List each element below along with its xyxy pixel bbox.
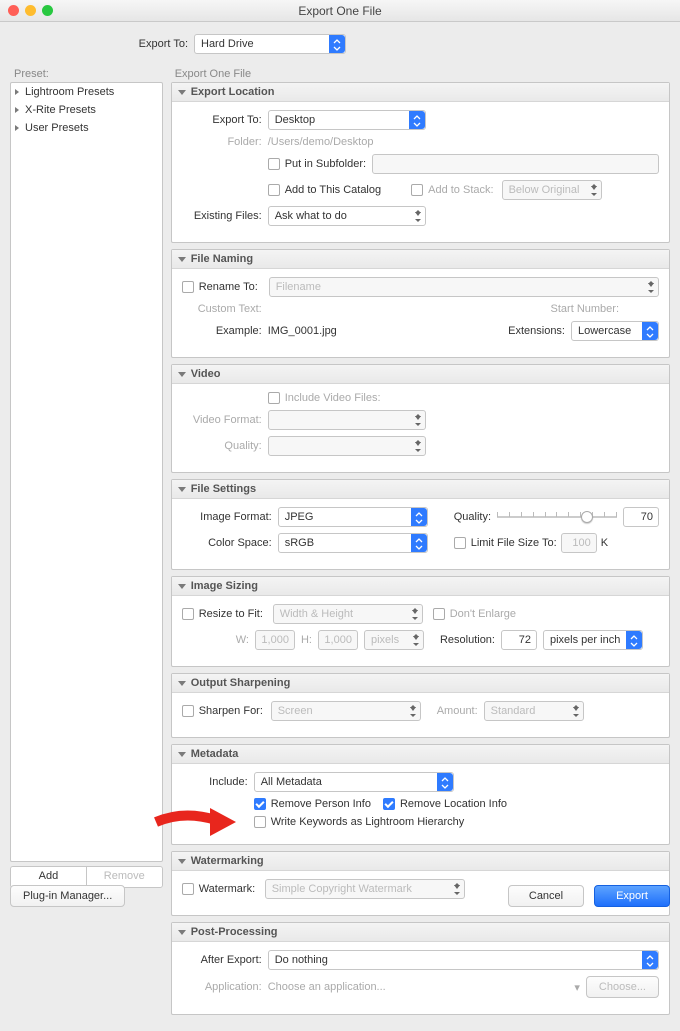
chevron-down-icon (178, 90, 186, 95)
sharpen-amount-select: Standard (484, 701, 584, 721)
section-file-naming: File Naming Rename To: Filename Custom T… (171, 249, 670, 358)
existing-files-select[interactable]: Ask what to do (268, 206, 426, 226)
sharpen-for-select: Screen (271, 701, 421, 721)
video-format-select (268, 410, 426, 430)
section-video: Video Include Video Files: Video Format:… (171, 364, 670, 473)
export-to-label: Export To: (10, 38, 188, 50)
export-location-select[interactable]: Desktop (268, 110, 426, 130)
resize-to-fit-checkbox[interactable] (182, 608, 194, 620)
section-export-location: Export Location Export To: Desktop Folde… (171, 82, 670, 243)
section-post-processing: Post-Processing After Export: Do nothing… (171, 922, 670, 1015)
minimize-icon[interactable] (25, 5, 36, 16)
export-button[interactable]: Export (594, 885, 670, 907)
section-file-settings: File Settings Image Format: JPEG Quality… (171, 479, 670, 570)
section-output-sharpening: Output Sharpening Sharpen For: Screen Am… (171, 673, 670, 738)
annotation-arrow-icon (154, 804, 238, 840)
resize-mode-select: Width & Height (273, 604, 423, 624)
size-unit-select: pixels (364, 630, 424, 650)
cancel-button[interactable]: Cancel (508, 885, 584, 907)
preset-item[interactable]: User Presets (11, 119, 162, 137)
write-keywords-checkbox[interactable] (254, 816, 266, 828)
preset-add-button[interactable]: Add (11, 867, 86, 887)
resolution-input[interactable] (501, 630, 537, 650)
include-video-checkbox (268, 392, 280, 404)
chevron-down-icon (178, 681, 186, 686)
stack-position-select: Below Original (502, 180, 602, 200)
chevron-down-icon (178, 487, 186, 492)
add-to-catalog-checkbox[interactable] (268, 184, 280, 196)
chevron-down-icon (178, 859, 186, 864)
preset-list: Lightroom Presets X-Rite Presets User Pr… (10, 82, 163, 862)
image-format-select[interactable]: JPEG (278, 507, 428, 527)
filename-example: IMG_0001.jpg (268, 325, 337, 337)
rename-template-select: Filename (269, 277, 659, 297)
zoom-icon[interactable] (42, 5, 53, 16)
preset-heading: Preset: (14, 68, 163, 80)
export-to-select[interactable]: Hard Drive (194, 34, 346, 54)
preset-remove-button: Remove (86, 867, 162, 887)
preset-item[interactable]: Lightroom Presets (11, 83, 162, 101)
width-input (255, 630, 295, 650)
resolution-unit-select[interactable]: pixels per inch (543, 630, 643, 650)
chevron-down-icon (178, 752, 186, 757)
quality-input[interactable] (623, 507, 659, 527)
close-icon[interactable] (8, 5, 19, 16)
remove-location-info-checkbox[interactable] (383, 798, 395, 810)
metadata-include-select[interactable]: All Metadata (254, 772, 454, 792)
preset-item[interactable]: X-Rite Presets (11, 101, 162, 119)
quality-slider[interactable] (497, 509, 617, 525)
right-heading: Export One File (175, 68, 670, 80)
chevron-down-icon (178, 257, 186, 262)
sharpen-for-checkbox[interactable] (182, 705, 194, 717)
add-to-stack-checkbox (411, 184, 423, 196)
titlebar: Export One File (0, 0, 680, 22)
limit-filesize-input (561, 533, 597, 553)
window-title: Export One File (298, 4, 381, 18)
after-export-select[interactable]: Do nothing (268, 950, 659, 970)
remove-person-info-checkbox[interactable] (254, 798, 266, 810)
color-space-select[interactable]: sRGB (278, 533, 428, 553)
plugin-manager-button[interactable]: Plug-in Manager... (10, 885, 125, 907)
section-metadata: Metadata Include: All Metadata Remove Pe… (171, 744, 670, 845)
put-in-subfolder-checkbox[interactable] (268, 158, 280, 170)
rename-to-checkbox[interactable] (182, 281, 194, 293)
dont-enlarge-checkbox (433, 608, 445, 620)
extensions-select[interactable]: Lowercase (571, 321, 659, 341)
chevron-down-icon (178, 372, 186, 377)
chevron-down-icon (178, 584, 186, 589)
height-input (318, 630, 358, 650)
choose-app-button: Choose... (586, 976, 659, 998)
video-quality-select (268, 436, 426, 456)
chevron-down-icon (178, 930, 186, 935)
section-image-sizing: Image Sizing Resize to Fit: Width & Heig… (171, 576, 670, 667)
subfolder-input (372, 154, 659, 174)
limit-filesize-checkbox[interactable] (454, 537, 466, 549)
folder-path: /Users/demo/Desktop (268, 136, 374, 148)
